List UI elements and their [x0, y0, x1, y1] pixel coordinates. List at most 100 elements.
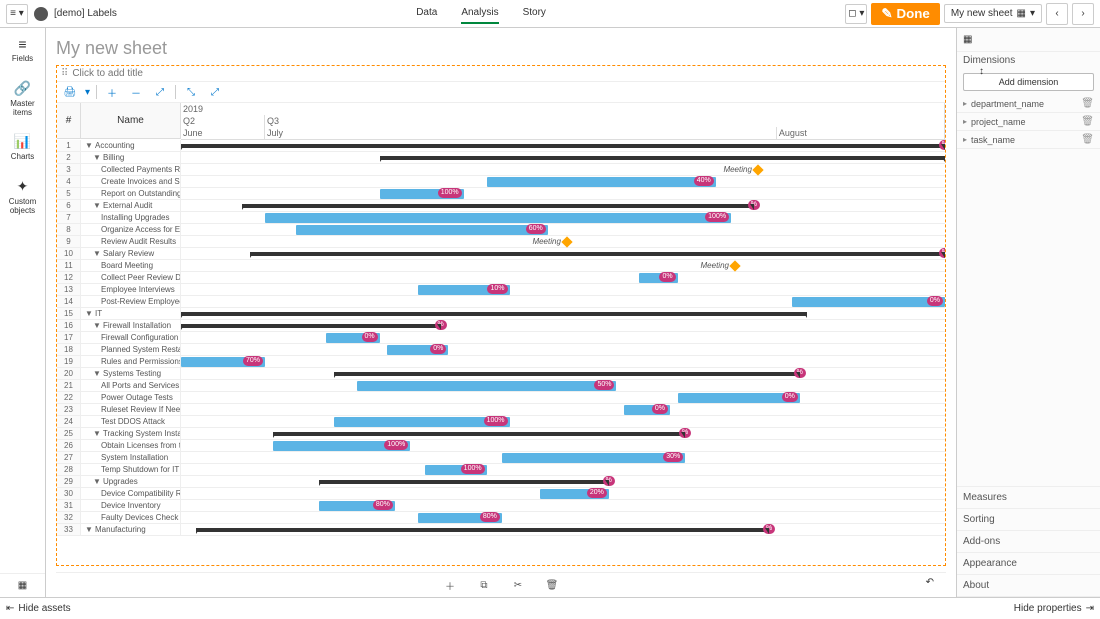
property-section[interactable]: Appearance: [957, 553, 1100, 575]
gantt-row[interactable]: 2▼Billing: [57, 152, 945, 164]
summary-bar[interactable]: %: [273, 432, 686, 436]
expander-icon[interactable]: ▼: [93, 153, 101, 162]
expand-icon[interactable]: ⤡: [182, 84, 200, 100]
gantt-row[interactable]: 14Post-Review Employee Interviews0%: [57, 296, 945, 308]
summary-bar[interactable]: %: [242, 204, 754, 208]
gantt-row[interactable]: 28Temp Shutdown for IT Audit100%: [57, 464, 945, 476]
delete-dimension-icon[interactable]: 🗑: [1081, 98, 1094, 109]
add-dimension-button[interactable]: Add dimension: [963, 73, 1094, 91]
milestone[interactable]: Meeting: [532, 237, 570, 246]
task-bar[interactable]: 20%: [540, 489, 609, 499]
task-bar[interactable]: 0%: [387, 345, 448, 355]
summary-bar[interactable]: %: [181, 144, 945, 148]
delete-dimension-icon[interactable]: 🗑: [1081, 134, 1094, 145]
gantt-chart[interactable]: # Name 2019 Q2 Q3 June July Au: [57, 103, 945, 565]
task-bar[interactable]: 80%: [319, 501, 395, 511]
collapse-icon[interactable]: ⤢: [206, 84, 224, 100]
chevron-down-icon[interactable]: ▾: [85, 87, 90, 98]
expander-icon[interactable]: ▼: [85, 141, 93, 150]
task-bar[interactable]: 100%: [334, 417, 510, 427]
gantt-row[interactable]: 19Rules and Permissions Audit70%: [57, 356, 945, 368]
gantt-row[interactable]: 16▼Firewall Installation%: [57, 320, 945, 332]
gantt-row[interactable]: 24Test DDOS Attack100%: [57, 416, 945, 428]
expander-icon[interactable]: ▼: [93, 369, 101, 378]
asset-tab-charts[interactable]: 📊Charts: [0, 125, 45, 170]
summary-bar[interactable]: %: [334, 372, 800, 376]
tab-data[interactable]: Data: [416, 3, 437, 24]
cut-icon[interactable]: ✂: [509, 577, 527, 593]
task-bar[interactable]: 80%: [418, 513, 502, 523]
bookmark-button[interactable]: ◻ ▾: [845, 4, 867, 24]
zoom-out-icon[interactable]: －: [127, 84, 145, 100]
done-button[interactable]: ✎ Done: [871, 3, 940, 25]
gantt-row[interactable]: 9Review Audit ResultsMeeting: [57, 236, 945, 248]
gantt-row[interactable]: 25▼Tracking System Installation%: [57, 428, 945, 440]
expander-icon[interactable]: ▼: [93, 201, 101, 210]
gantt-row[interactable]: 11Board MeetingMeeting: [57, 260, 945, 272]
gantt-row[interactable]: 13Employee Interviews10%: [57, 284, 945, 296]
hide-assets-button[interactable]: ⇤ Hide assets: [6, 603, 71, 614]
fit-icon[interactable]: ⤢: [151, 84, 169, 100]
expander-icon[interactable]: ▼: [85, 525, 93, 534]
summary-bar[interactable]: %: [250, 252, 945, 256]
dimension-row[interactable]: ▸task_name🗑: [957, 131, 1100, 149]
gantt-row[interactable]: 4Create Invoices and Send Them40%: [57, 176, 945, 188]
gantt-row[interactable]: 23Ruleset Review If Needed0%: [57, 404, 945, 416]
gantt-row[interactable]: 8Organize Access for External Auditors60…: [57, 224, 945, 236]
gantt-row[interactable]: 10▼Salary Review%: [57, 248, 945, 260]
asset-tab-master[interactable]: 🔗Master items: [0, 72, 45, 126]
task-bar[interactable]: 100%: [265, 213, 731, 223]
gantt-row[interactable]: 18Planned System Restart0%: [57, 344, 945, 356]
hide-properties-button[interactable]: Hide properties ⇥: [1014, 603, 1094, 614]
dimension-row[interactable]: ▸project_name🗑: [957, 113, 1100, 131]
gantt-row[interactable]: 27System Installation30%: [57, 452, 945, 464]
task-bar[interactable]: 10%: [418, 285, 510, 295]
property-section[interactable]: About: [957, 575, 1100, 597]
gantt-row[interactable]: 33▼Manufacturing%: [57, 524, 945, 536]
task-bar[interactable]: 100%: [380, 189, 464, 199]
task-bar[interactable]: 50%: [357, 381, 617, 391]
gantt-row[interactable]: 12Collect Peer Review Data0%: [57, 272, 945, 284]
property-section[interactable]: Measures: [957, 487, 1100, 509]
task-bar[interactable]: 60%: [296, 225, 548, 235]
milestone[interactable]: Meeting: [723, 165, 761, 174]
task-bar[interactable]: 100%: [425, 465, 486, 475]
expander-icon[interactable]: ▼: [93, 321, 101, 330]
gantt-row[interactable]: 21All Ports and Services Test50%: [57, 380, 945, 392]
expander-icon[interactable]: ▼: [85, 309, 93, 318]
copy-icon[interactable]: ⧉: [475, 577, 493, 593]
menu-button[interactable]: ≡ ▾: [6, 4, 28, 24]
prev-sheet-button[interactable]: ‹: [1046, 3, 1068, 25]
task-bar[interactable]: 0%: [326, 333, 379, 343]
asset-tab-custom[interactable]: ✦Custom objects: [0, 170, 45, 224]
gantt-row[interactable]: 15▼IT: [57, 308, 945, 320]
expander-icon[interactable]: ▼: [93, 429, 101, 438]
gantt-row[interactable]: 7Installing Upgrades100%: [57, 212, 945, 224]
task-bar[interactable]: 0%: [792, 297, 945, 307]
task-bar[interactable]: 30%: [502, 453, 685, 463]
gantt-row[interactable]: 20▼Systems Testing%: [57, 368, 945, 380]
gantt-row[interactable]: 3Collected Payments ReviewMeeting: [57, 164, 945, 176]
property-section[interactable]: Sorting: [957, 509, 1100, 531]
gantt-row[interactable]: 6▼External Audit%: [57, 200, 945, 212]
delete-dimension-icon[interactable]: 🗑: [1081, 116, 1094, 127]
gantt-row[interactable]: 32Faulty Devices Check80%: [57, 512, 945, 524]
add-icon[interactable]: ＋: [441, 577, 459, 593]
task-bar[interactable]: 100%: [273, 441, 411, 451]
property-top-icon[interactable]: ▦: [957, 28, 1100, 52]
task-bar[interactable]: 40%: [487, 177, 716, 187]
gantt-row[interactable]: 29▼Upgrades%: [57, 476, 945, 488]
undo-icon[interactable]: ↶: [926, 577, 934, 588]
task-bar[interactable]: 0%: [624, 405, 670, 415]
zoom-in-icon[interactable]: ＋: [103, 84, 121, 100]
task-bar[interactable]: 70%: [181, 357, 265, 367]
drag-handle-icon[interactable]: ⠿: [61, 68, 68, 79]
gantt-row[interactable]: 1▼Accounting%: [57, 140, 945, 152]
summary-bar[interactable]: %: [196, 528, 769, 532]
expander-icon[interactable]: ▼: [93, 477, 101, 486]
summary-bar[interactable]: %: [181, 324, 441, 328]
visualization-frame[interactable]: ⠿ 🖨 ▾ ＋ － ⤢ ⤡ ⤢ # Name: [56, 65, 946, 566]
summary-bar[interactable]: [181, 312, 807, 316]
asset-panel-bottom-icon[interactable]: ▦: [0, 573, 45, 597]
sheet-selector[interactable]: My new sheet ▦ ▾: [944, 4, 1042, 23]
